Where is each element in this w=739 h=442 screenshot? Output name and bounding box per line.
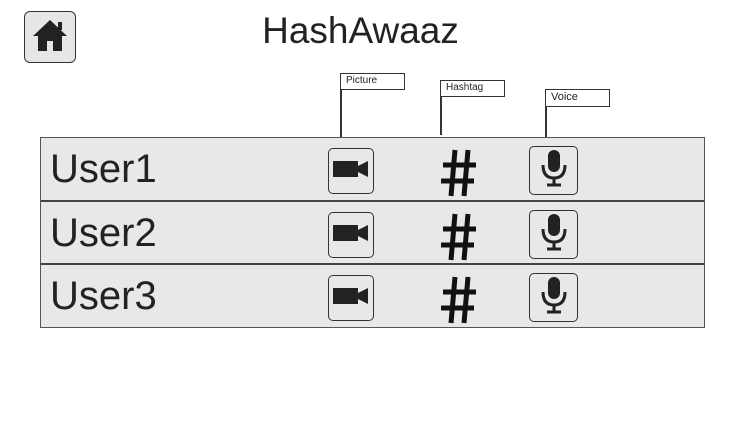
video-camera-icon bbox=[332, 223, 370, 248]
user-row: User1 bbox=[41, 138, 704, 201]
user-row: User2 bbox=[41, 200, 704, 263]
app-screen: HashAwaaz Picture Hashtag Voice User1 Us… bbox=[0, 0, 739, 442]
hashtag-callout-label: Hashtag bbox=[440, 80, 505, 97]
hashtag-icon[interactable] bbox=[435, 144, 485, 200]
voice-callout-label: Voice bbox=[545, 89, 610, 107]
video-camera-icon bbox=[332, 286, 370, 311]
voice-button[interactable] bbox=[529, 146, 578, 195]
picture-button[interactable] bbox=[328, 275, 374, 321]
voice-button[interactable] bbox=[529, 210, 578, 259]
microphone-icon bbox=[539, 148, 569, 193]
microphone-icon bbox=[539, 275, 569, 320]
picture-button[interactable] bbox=[328, 148, 374, 194]
user-name: User2 bbox=[50, 211, 157, 255]
user-name: User3 bbox=[50, 274, 157, 318]
picture-button[interactable] bbox=[328, 212, 374, 258]
picture-callout-label: Picture bbox=[340, 73, 405, 90]
microphone-icon bbox=[539, 212, 569, 257]
hashtag-callout-line bbox=[440, 97, 442, 135]
hashtag-icon[interactable] bbox=[435, 208, 485, 264]
video-camera-icon bbox=[332, 159, 370, 184]
user-name: User1 bbox=[50, 147, 157, 191]
voice-button[interactable] bbox=[529, 273, 578, 322]
user-list: User1 User2 User3 bbox=[40, 137, 705, 328]
voice-callout-line bbox=[545, 107, 547, 137]
hashtag-icon[interactable] bbox=[435, 271, 485, 327]
user-row: User3 bbox=[41, 263, 704, 326]
app-title: HashAwaaz bbox=[262, 10, 459, 51]
